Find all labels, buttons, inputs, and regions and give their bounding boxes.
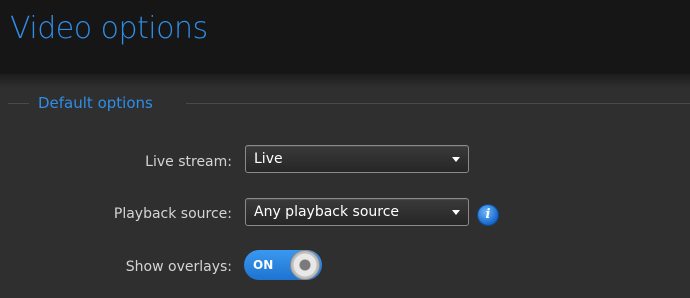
page-title: Video options (10, 11, 208, 46)
playback-source-label: Playback source: (113, 206, 232, 222)
header-bar: Video options (0, 0, 690, 78)
header-divider (0, 74, 690, 88)
video-options-panel: Video options Default options Live strea… (0, 0, 690, 298)
group-title: Default options (38, 94, 153, 112)
live-stream-value: Live (254, 151, 283, 167)
playback-source-dropdown[interactable]: Any playback source (245, 198, 469, 226)
toggle-state-label: ON (253, 258, 274, 272)
playback-source-value: Any playback source (254, 204, 400, 220)
live-stream-dropdown[interactable]: Live (245, 145, 469, 173)
toggle-knob[interactable] (290, 250, 320, 280)
group-divider-left (8, 103, 29, 104)
show-overlays-toggle[interactable]: ON (244, 250, 322, 280)
live-stream-label: Live stream: (145, 154, 232, 170)
group-divider-right (186, 103, 690, 104)
chevron-down-icon (452, 210, 460, 215)
chevron-down-icon (452, 157, 460, 162)
show-overlays-label: Show overlays: (125, 259, 232, 275)
info-icon[interactable]: i (478, 205, 498, 225)
